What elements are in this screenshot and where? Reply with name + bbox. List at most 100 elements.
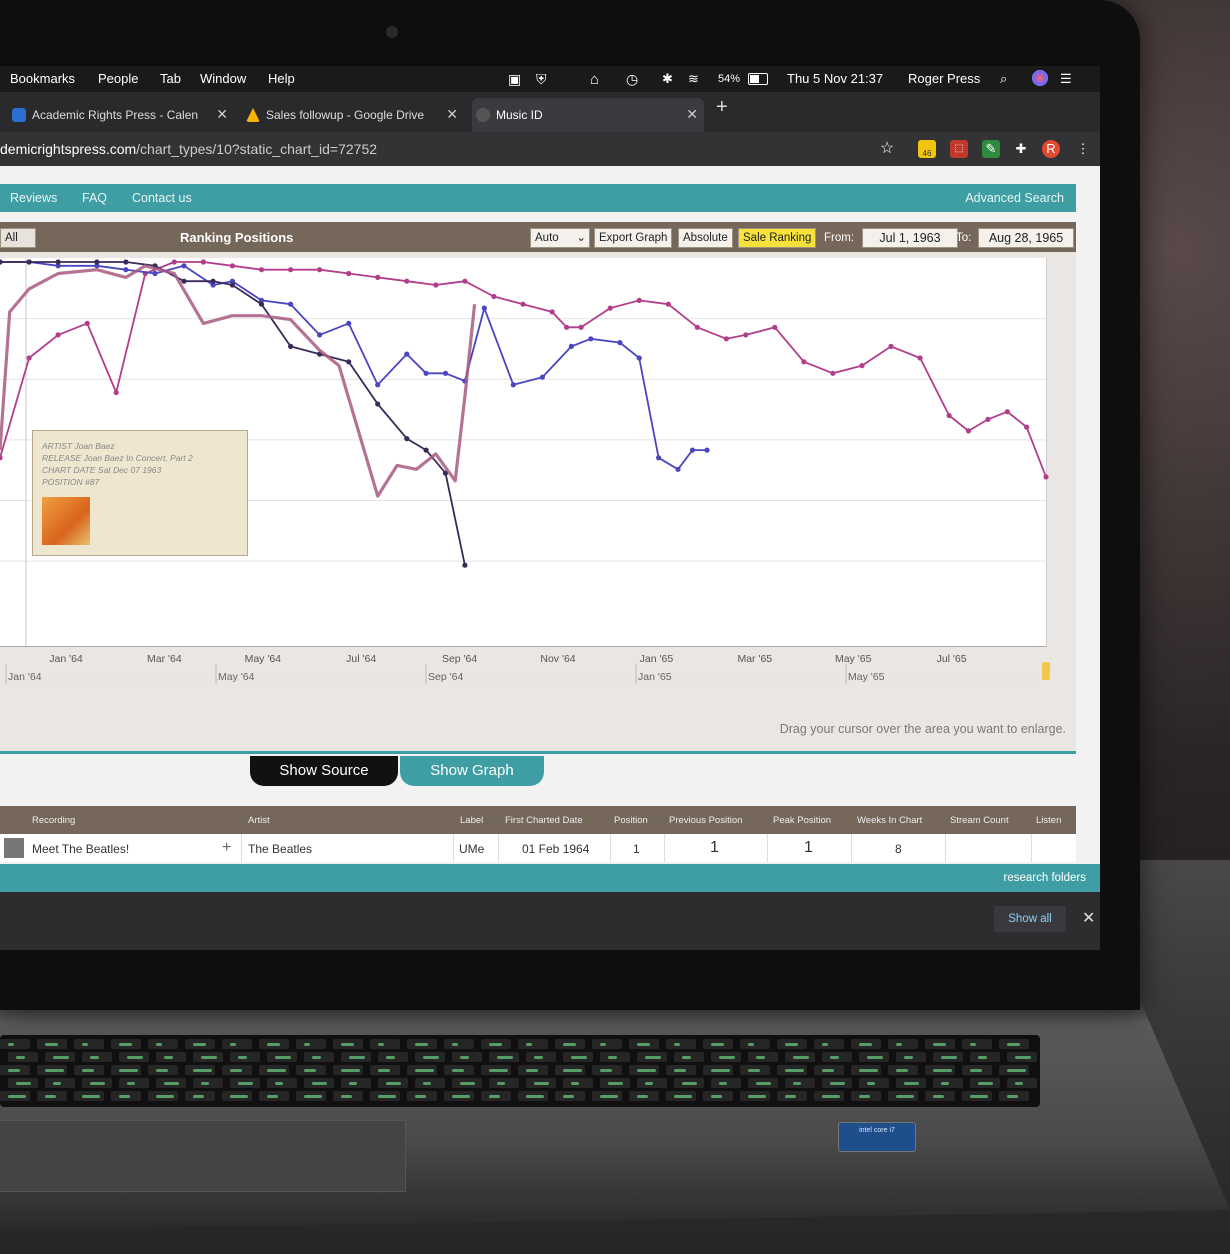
keyboard-key xyxy=(563,1078,593,1088)
to-date-input[interactable]: Aug 28, 1965 xyxy=(978,228,1074,248)
close-tab-icon[interactable]: ✕ xyxy=(446,106,458,123)
evernote-icon[interactable]: ✎ xyxy=(982,140,1000,158)
control-center-icon[interactable]: ☰ xyxy=(1060,71,1072,87)
add-to-folder-plus-icon[interactable]: + xyxy=(222,839,231,857)
bluetooth-icon[interactable]: ✱ xyxy=(662,71,673,87)
col-peak-position[interactable]: Peak Position xyxy=(773,815,831,826)
menu-window[interactable]: Window xyxy=(200,71,246,86)
key-backlight xyxy=(600,1095,618,1098)
tab-sales-followup[interactable]: Sales followup - Google Drive ✕ xyxy=(242,98,464,132)
show-all-button[interactable]: Show all xyxy=(994,906,1066,932)
research-folders-label[interactable]: research folders xyxy=(1004,872,1086,884)
col-position[interactable]: Position xyxy=(614,815,648,826)
siri-icon[interactable] xyxy=(1032,70,1048,86)
close-download-bar-icon[interactable]: ✕ xyxy=(1082,908,1095,928)
key-backlight xyxy=(341,1095,352,1098)
cell-artist[interactable]: The Beatles xyxy=(248,842,312,856)
bookmark-star-icon[interactable]: ☆ xyxy=(878,140,896,158)
tab-title: Music ID xyxy=(496,108,543,122)
battery-icon[interactable] xyxy=(748,73,768,85)
home-icon[interactable]: ⌂ xyxy=(590,71,599,88)
keyboard xyxy=(0,1035,1040,1107)
keyboard-key xyxy=(674,1078,704,1088)
menu-help[interactable]: Help xyxy=(268,71,295,86)
key-backlight xyxy=(119,1069,138,1072)
address-bar[interactable]: demicrightspress.com/chart_types/10?stat… xyxy=(0,132,1100,166)
user-name[interactable]: Roger Press xyxy=(908,71,980,86)
keyboard-key xyxy=(629,1039,659,1049)
menu-bookmarks[interactable]: Bookmarks xyxy=(10,71,75,86)
nav-contact-us[interactable]: Contact us xyxy=(132,191,192,205)
key-backlight xyxy=(230,1069,242,1072)
col-first-charted-date[interactable]: First Charted Date xyxy=(505,815,583,826)
scale-select[interactable]: Auto ⌄ xyxy=(530,228,590,248)
chart-navigator[interactable]: Jan '64 May '64 Sep '64 Jan '65 May '65 xyxy=(0,658,1060,688)
navigator-svg[interactable]: Jan '64 May '64 Sep '64 Jan '65 May '65 xyxy=(0,658,1060,688)
nav-reviews[interactable]: Reviews xyxy=(10,191,57,205)
tab-academic-rights-press[interactable]: Academic Rights Press - Calen ✕ xyxy=(8,98,234,132)
keyboard-key xyxy=(814,1091,844,1101)
series-point-1 xyxy=(636,355,642,361)
col-artist[interactable]: Artist xyxy=(248,815,270,826)
key-backlight xyxy=(193,1043,206,1046)
export-graph-button[interactable]: Export Graph xyxy=(594,228,673,248)
col-label[interactable]: Label xyxy=(460,815,483,826)
col-previous-position[interactable]: Previous Position xyxy=(669,815,742,826)
series-point-0 xyxy=(1024,424,1030,430)
keyboard-key xyxy=(415,1052,445,1062)
close-tab-icon[interactable]: ✕ xyxy=(216,106,228,123)
spotlight-search-icon[interactable]: ⌕ xyxy=(1000,71,1007,87)
col-recording[interactable]: Recording xyxy=(32,815,75,826)
key-backlight xyxy=(682,1082,697,1085)
new-tab-plus-icon[interactable]: + xyxy=(716,96,728,130)
close-tab-icon[interactable]: ✕ xyxy=(686,106,698,123)
from-label: From: xyxy=(824,232,855,244)
key-backlight xyxy=(312,1056,321,1059)
keyboard-key xyxy=(370,1065,400,1075)
research-folders-bar[interactable]: research folders xyxy=(0,864,1100,892)
keyboard-key xyxy=(592,1065,622,1075)
keyboard-key xyxy=(703,1039,733,1049)
keyboard-key xyxy=(822,1052,852,1062)
menu-people[interactable]: People xyxy=(98,71,138,86)
profile-avatar[interactable]: R xyxy=(1042,140,1060,158)
from-date-input[interactable]: Jul 1, 1963 xyxy=(862,228,958,248)
keyboard-key xyxy=(703,1065,733,1075)
url-text[interactable]: demicrightspress.com/chart_types/10?stat… xyxy=(0,141,377,157)
key-backlight xyxy=(82,1095,100,1098)
clock[interactable]: Thu 5 Nov 21:37 xyxy=(787,71,883,86)
series-point-0 xyxy=(859,363,865,369)
notes-extension-icon[interactable]: 46 xyxy=(918,140,936,158)
menu-tab[interactable]: Tab xyxy=(160,71,181,86)
tab-music-id[interactable]: Music ID ✕ xyxy=(472,98,704,132)
all-button[interactable]: All xyxy=(0,228,36,248)
extensions-puzzle-icon[interactable]: ✚ xyxy=(1012,140,1030,158)
key-backlight xyxy=(312,1082,327,1085)
browser-menu-icon[interactable]: ⋮ xyxy=(1074,140,1092,158)
col-listen[interactable]: Listen xyxy=(1036,815,1061,826)
pdf-extension-icon[interactable]: ⬚ xyxy=(950,140,968,158)
cell-recording[interactable]: Meet The Beatles! xyxy=(32,842,129,856)
table-row[interactable]: Meet The Beatles! + The Beatles UMe 01 F… xyxy=(0,834,1076,862)
sale-ranking-button[interactable]: Sale Ranking xyxy=(738,228,817,248)
zoom-icon[interactable]: ▣ xyxy=(508,71,521,88)
nav-faq[interactable]: FAQ xyxy=(82,191,107,205)
key-backlight xyxy=(941,1082,949,1085)
key-backlight xyxy=(822,1069,834,1072)
key-backlight xyxy=(859,1069,878,1072)
col-weeks-in-chart[interactable]: Weeks In Chart xyxy=(857,815,922,826)
series-point-0 xyxy=(830,370,836,376)
screen: Bookmarks People Tab Window Help ▣ ⛨ ⌂ ◷… xyxy=(0,66,1100,950)
shield-icon[interactable]: ⛨ xyxy=(536,71,547,88)
time-machine-icon[interactable]: ◷ xyxy=(626,71,638,88)
nav-advanced-search[interactable]: Advanced Search xyxy=(965,191,1064,205)
key-backlight xyxy=(1007,1069,1026,1072)
site-nav: Reviews FAQ Contact us Advanced Search xyxy=(0,184,1076,212)
col-stream-count[interactable]: Stream Count xyxy=(950,815,1009,826)
absolute-button[interactable]: Absolute xyxy=(678,228,733,248)
album-cover-image xyxy=(42,497,90,545)
keyboard-key xyxy=(296,1065,326,1075)
show-source-button[interactable]: Show Source xyxy=(250,756,398,786)
wifi-icon[interactable]: ≋ xyxy=(688,71,699,87)
show-graph-button[interactable]: Show Graph xyxy=(400,756,544,786)
